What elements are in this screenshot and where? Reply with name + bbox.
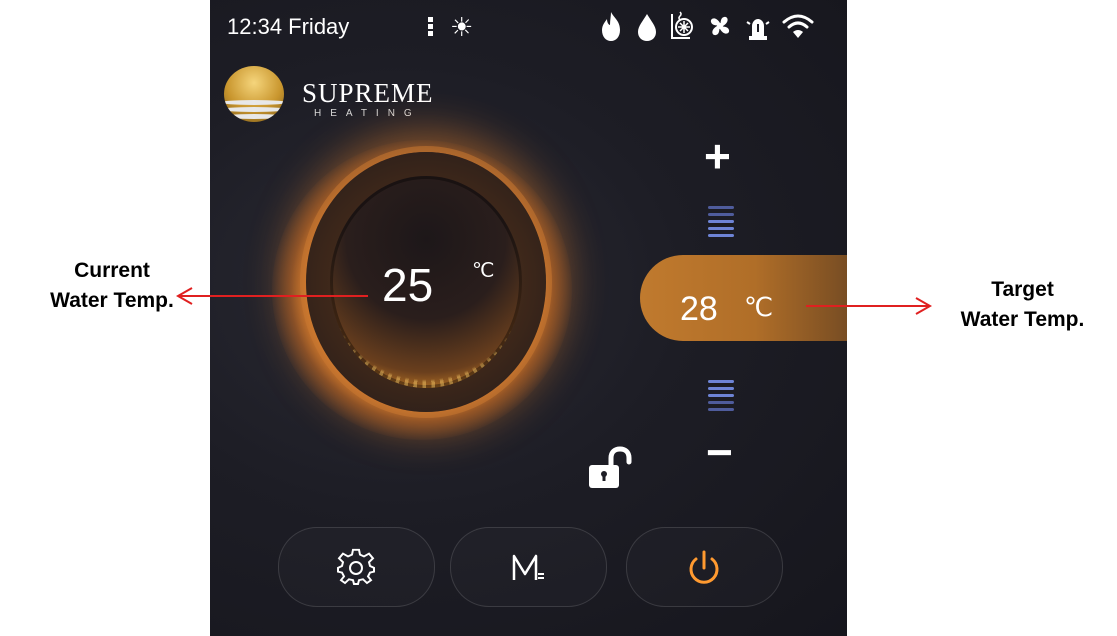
brand-logo-icon (224, 66, 284, 122)
water-drop-icon (638, 14, 656, 41)
current-temp-annotation: Current Water Temp. (50, 259, 174, 312)
current-temp-value: 25 (382, 259, 434, 311)
alarm-icon (746, 19, 770, 40)
brand-tagline: HEATING (314, 108, 421, 119)
unlock-icon[interactable] (587, 446, 637, 490)
mode-button[interactable] (450, 527, 607, 607)
increase-temp-button[interactable]: + (704, 132, 731, 180)
coil-heater-icon (671, 11, 693, 39)
target-temp-annotation: Target Water Temp. (960, 278, 1085, 331)
mode-icon (512, 554, 544, 580)
flame-icon (602, 12, 620, 41)
lower-scale (708, 380, 734, 415)
wifi-icon (782, 14, 814, 38)
clock: 12:34 Friday (227, 14, 350, 39)
current-temp-unit: ℃ (472, 260, 495, 282)
thermostat-screen: 12:34 Friday ☀ SUPREME HEATING 25 ℃ + 28… (210, 0, 847, 636)
settings-button[interactable] (278, 527, 435, 607)
upper-scale (708, 206, 734, 241)
sun-icon: ☀ (450, 12, 474, 42)
fan-icon (710, 16, 730, 36)
gear-icon (337, 548, 375, 585)
brand-name: SUPREME (302, 78, 434, 108)
status-bar: 12:34 Friday ☀ (210, 0, 847, 60)
signal-bars-icon (428, 17, 434, 41)
target-temp-unit: ℃ (744, 292, 774, 322)
power-button[interactable] (626, 527, 783, 607)
target-temp-value: 28 (680, 290, 718, 328)
power-icon (689, 550, 719, 584)
decrease-temp-button[interactable]: − (706, 428, 733, 476)
